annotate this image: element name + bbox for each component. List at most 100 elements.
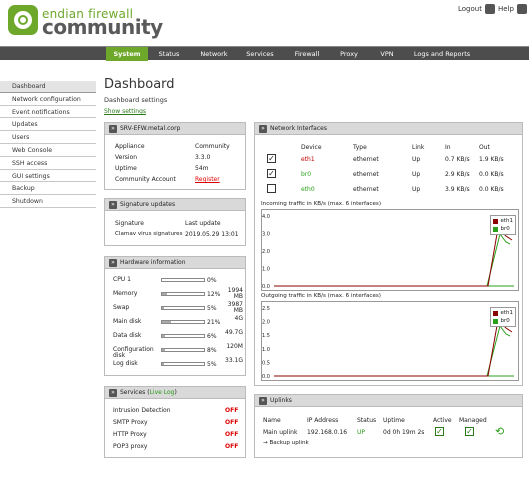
sidebar-item-event-notifications[interactable]: Event notifications	[0, 105, 96, 119]
series-br0	[274, 324, 511, 377]
uplink-uptime: 0d 0h 19m 2s	[383, 429, 425, 436]
interface-checkbox[interactable]: ✓	[267, 154, 276, 163]
services-panel: » Services (Live Log) Intrusion Detectio…	[104, 386, 246, 458]
sidebar-item-network-configuration[interactable]: Network configuration	[0, 92, 96, 106]
outgoing-legend: eth1 br0	[490, 307, 516, 327]
collapse-icon[interactable]: »	[109, 124, 117, 133]
system-panel-header[interactable]: » SRV-EFW.metal.corp	[105, 123, 245, 135]
logout-link[interactable]: Logout	[458, 4, 495, 14]
dashboard-settings-label: Dashboard settings	[104, 96, 168, 104]
main-nav: System Status Network Services Firewall …	[0, 46, 529, 61]
signature-panel-header[interactable]: » Signature updates	[105, 199, 245, 211]
uplink-col-uptime: Uptime	[383, 417, 405, 424]
hw-usage-bar	[161, 348, 205, 352]
service-status: OFF	[225, 419, 239, 426]
sidebar-item-users[interactable]: Users	[0, 131, 96, 144]
interface-checkbox[interactable]	[267, 184, 276, 193]
nav-status[interactable]: Status	[152, 47, 186, 61]
interface-device: eth0	[301, 186, 315, 193]
hw-percent: 5%	[207, 361, 217, 368]
community-account-label: Community Account	[115, 176, 176, 183]
hw-label: CPU 1	[113, 276, 131, 283]
hw-usage-bar	[161, 320, 205, 324]
hardware-panel-header[interactable]: » Hardware information	[105, 257, 245, 269]
nav-services[interactable]: Services	[242, 47, 278, 61]
interface-link: Up	[412, 186, 421, 193]
signature-name: Clamav virus signatures	[115, 231, 183, 237]
interface-type: ethernet	[353, 186, 379, 193]
sidebar-item-gui-settings[interactable]: GUI settings	[0, 169, 96, 183]
col-type: Type	[353, 144, 367, 151]
hw-usage-bar	[161, 334, 205, 338]
nav-firewall[interactable]: Firewall	[290, 47, 324, 61]
logout-icon[interactable]	[484, 4, 495, 14]
axis-tick-label: 4.0	[262, 214, 270, 220]
services-panel-header[interactable]: » Services (Live Log)	[105, 387, 245, 399]
outgoing-chart-label: Outgoing traffic in KB/s (max. 6 interfa…	[261, 293, 381, 299]
uplinks-panel-header[interactable]: » Uplinks	[255, 395, 522, 407]
nav-vpn[interactable]: VPN	[374, 47, 400, 61]
logout-label[interactable]: Logout	[458, 5, 482, 13]
service-name: HTTP Proxy	[113, 431, 147, 438]
show-settings-link[interactable]: Show settings	[104, 108, 146, 115]
uplink-col-managed: Managed	[459, 417, 487, 424]
service-status: OFF	[225, 407, 239, 414]
uplink-active-checkbox[interactable]: ✓	[435, 427, 444, 436]
sidebar-item-web-console[interactable]: Web Console	[0, 143, 96, 157]
nav-network[interactable]: Network	[196, 47, 232, 61]
signature-panel: » Signature updates Signature Last updat…	[104, 198, 246, 246]
legend-swatch-eth1	[493, 310, 499, 316]
interface-out: 0.0 KB/s	[479, 186, 504, 193]
nav-logs[interactable]: Logs and Reports	[412, 47, 472, 61]
service-name: Intrusion Detection	[113, 407, 171, 414]
hw-size: 1994 MB	[227, 287, 243, 300]
system-panel: » SRV-EFW.metal.corp Appliance Community…	[104, 122, 246, 190]
help-label[interactable]: Help	[498, 5, 514, 13]
legend-br0: br0	[500, 318, 510, 324]
live-log-link[interactable]: Live Log	[150, 389, 175, 396]
axis-tick-label: 0.5	[262, 360, 270, 366]
nav-system[interactable]: System	[106, 47, 148, 61]
sidebar-item-ssh-access[interactable]: SSH access	[0, 156, 96, 170]
help-link[interactable]: Help	[498, 4, 527, 14]
uplink-col-status: Status	[357, 417, 377, 424]
service-name: POP3 proxy	[113, 443, 148, 450]
sidebar-item-shutdown[interactable]: Shutdown	[0, 195, 96, 208]
hw-usage-bar	[161, 306, 205, 310]
collapse-icon[interactable]: »	[259, 124, 267, 133]
interface-in: 3.9 KB/s	[445, 186, 470, 193]
collapse-icon[interactable]: »	[109, 258, 117, 267]
nav-proxy[interactable]: Proxy	[334, 47, 364, 61]
system-hostname: SRV-EFW.metal.corp	[120, 124, 181, 132]
outgoing-chart-svg: 2.5 2.0 1.5 1.0 0.5 0.0	[262, 306, 514, 380]
reconnect-icon[interactable]: ⟲	[495, 425, 504, 438]
interface-type: ethernet	[353, 171, 379, 178]
axis-tick-label: 1.0	[262, 267, 270, 273]
network-panel-header[interactable]: » Network Interfaces	[255, 123, 522, 135]
legend-eth1: eth1	[500, 310, 513, 316]
brand-line2: community	[42, 15, 163, 39]
collapse-icon[interactable]: »	[109, 388, 117, 397]
uplink-managed-checkbox[interactable]: ✓	[465, 427, 474, 436]
axis-tick-label: 2.0	[262, 320, 270, 326]
sidebar-item-backup[interactable]: Backup	[0, 182, 96, 196]
sidebar-item-updates[interactable]: Updates	[0, 118, 96, 132]
hw-label: Swap	[113, 304, 130, 311]
interface-type: ethernet	[353, 156, 379, 163]
hw-usage-bar	[161, 362, 205, 366]
sidebar: Dashboard Network configuration Event no…	[0, 80, 96, 208]
uplink-col-ip: IP Address	[307, 417, 339, 424]
services-title-prefix: Services (	[120, 388, 150, 396]
interface-checkbox[interactable]: ✓	[267, 169, 276, 178]
help-icon[interactable]	[516, 4, 527, 14]
collapse-icon[interactable]: »	[109, 200, 117, 209]
hw-percent: 21%	[207, 319, 221, 326]
hw-size: 4G	[234, 315, 243, 322]
legend-eth1: eth1	[500, 218, 513, 224]
sidebar-item-dashboard[interactable]: Dashboard	[0, 80, 96, 93]
collapse-icon[interactable]: »	[259, 396, 267, 405]
uplink-name: Main uplink	[263, 429, 298, 436]
service-status: OFF	[225, 431, 239, 438]
series-eth1	[274, 318, 513, 377]
register-link[interactable]: Register	[195, 176, 220, 183]
